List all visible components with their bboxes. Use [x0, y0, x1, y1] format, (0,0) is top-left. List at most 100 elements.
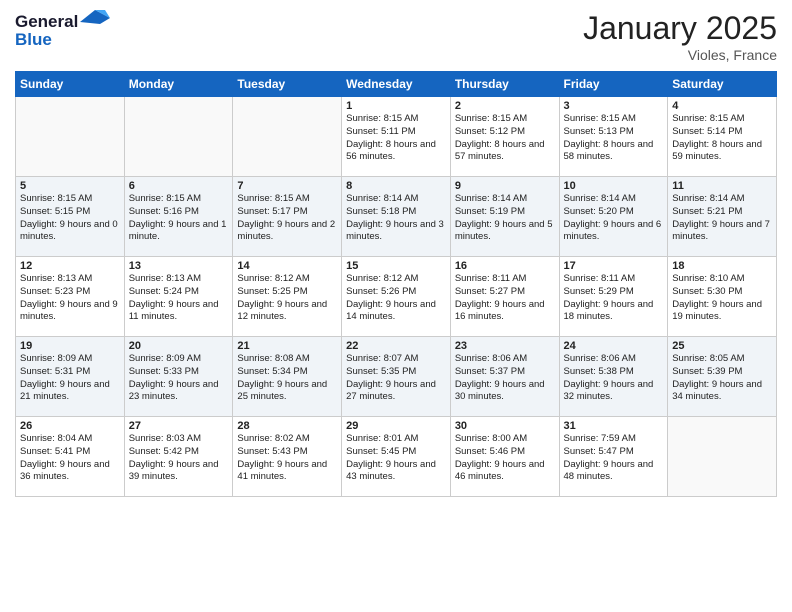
day-number: 5	[20, 180, 120, 192]
calendar-cell: 22Sunrise: 8:07 AMSunset: 5:35 PMDayligh…	[342, 337, 451, 417]
month-title: January 2025	[583, 10, 777, 47]
day-number: 10	[564, 180, 664, 192]
day-info: Sunrise: 8:11 AMSunset: 5:27 PMDaylight:…	[455, 273, 555, 324]
day-number: 13	[129, 260, 229, 272]
calendar-cell	[233, 97, 342, 177]
location-text: Violes, France	[583, 47, 777, 63]
day-info: Sunrise: 8:01 AMSunset: 5:45 PMDaylight:…	[346, 433, 446, 484]
calendar-cell: 31Sunrise: 7:59 AMSunset: 5:47 PMDayligh…	[559, 417, 668, 497]
day-info: Sunrise: 8:14 AMSunset: 5:19 PMDaylight:…	[455, 193, 555, 244]
calendar-cell: 18Sunrise: 8:10 AMSunset: 5:30 PMDayligh…	[668, 257, 777, 337]
title-block: January 2025 Violes, France	[583, 10, 777, 63]
logo-general-text: General	[15, 12, 78, 32]
day-number: 8	[346, 180, 446, 192]
calendar-cell: 15Sunrise: 8:12 AMSunset: 5:26 PMDayligh…	[342, 257, 451, 337]
day-number: 29	[346, 420, 446, 432]
calendar-week-row: 19Sunrise: 8:09 AMSunset: 5:31 PMDayligh…	[16, 337, 777, 417]
calendar-cell: 5Sunrise: 8:15 AMSunset: 5:15 PMDaylight…	[16, 177, 125, 257]
day-number: 31	[564, 420, 664, 432]
weekday-header-row: Sunday Monday Tuesday Wednesday Thursday…	[16, 72, 777, 97]
calendar-cell: 1Sunrise: 8:15 AMSunset: 5:11 PMDaylight…	[342, 97, 451, 177]
calendar-cell: 28Sunrise: 8:02 AMSunset: 5:43 PMDayligh…	[233, 417, 342, 497]
logo-blue-text: Blue	[15, 30, 52, 50]
day-info: Sunrise: 8:09 AMSunset: 5:31 PMDaylight:…	[20, 353, 120, 404]
day-number: 2	[455, 100, 555, 112]
calendar-cell: 14Sunrise: 8:12 AMSunset: 5:25 PMDayligh…	[233, 257, 342, 337]
day-info: Sunrise: 8:08 AMSunset: 5:34 PMDaylight:…	[237, 353, 337, 404]
calendar-cell: 23Sunrise: 8:06 AMSunset: 5:37 PMDayligh…	[450, 337, 559, 417]
calendar-cell: 2Sunrise: 8:15 AMSunset: 5:12 PMDaylight…	[450, 97, 559, 177]
day-info: Sunrise: 8:09 AMSunset: 5:33 PMDaylight:…	[129, 353, 229, 404]
header-thursday: Thursday	[450, 72, 559, 97]
day-number: 21	[237, 340, 337, 352]
calendar-cell	[16, 97, 125, 177]
day-info: Sunrise: 8:03 AMSunset: 5:42 PMDaylight:…	[129, 433, 229, 484]
calendar-cell: 25Sunrise: 8:05 AMSunset: 5:39 PMDayligh…	[668, 337, 777, 417]
calendar-cell: 29Sunrise: 8:01 AMSunset: 5:45 PMDayligh…	[342, 417, 451, 497]
calendar-cell: 17Sunrise: 8:11 AMSunset: 5:29 PMDayligh…	[559, 257, 668, 337]
day-info: Sunrise: 8:05 AMSunset: 5:39 PMDaylight:…	[672, 353, 772, 404]
day-info: Sunrise: 8:14 AMSunset: 5:18 PMDaylight:…	[346, 193, 446, 244]
day-info: Sunrise: 8:00 AMSunset: 5:46 PMDaylight:…	[455, 433, 555, 484]
day-info: Sunrise: 8:14 AMSunset: 5:21 PMDaylight:…	[672, 193, 772, 244]
calendar-cell: 11Sunrise: 8:14 AMSunset: 5:21 PMDayligh…	[668, 177, 777, 257]
day-info: Sunrise: 8:06 AMSunset: 5:37 PMDaylight:…	[455, 353, 555, 404]
day-number: 19	[20, 340, 120, 352]
calendar-cell: 13Sunrise: 8:13 AMSunset: 5:24 PMDayligh…	[124, 257, 233, 337]
day-info: Sunrise: 7:59 AMSunset: 5:47 PMDaylight:…	[564, 433, 664, 484]
day-info: Sunrise: 8:15 AMSunset: 5:15 PMDaylight:…	[20, 193, 120, 244]
header: General Blue January 2025 Violes, France	[15, 10, 777, 63]
calendar-cell: 7Sunrise: 8:15 AMSunset: 5:17 PMDaylight…	[233, 177, 342, 257]
day-number: 12	[20, 260, 120, 272]
calendar-week-row: 1Sunrise: 8:15 AMSunset: 5:11 PMDaylight…	[16, 97, 777, 177]
day-number: 27	[129, 420, 229, 432]
day-number: 25	[672, 340, 772, 352]
day-info: Sunrise: 8:15 AMSunset: 5:11 PMDaylight:…	[346, 113, 446, 164]
calendar-cell	[668, 417, 777, 497]
day-number: 11	[672, 180, 772, 192]
day-number: 14	[237, 260, 337, 272]
day-info: Sunrise: 8:11 AMSunset: 5:29 PMDaylight:…	[564, 273, 664, 324]
day-number: 6	[129, 180, 229, 192]
calendar-cell: 30Sunrise: 8:00 AMSunset: 5:46 PMDayligh…	[450, 417, 559, 497]
day-info: Sunrise: 8:15 AMSunset: 5:16 PMDaylight:…	[129, 193, 229, 244]
day-number: 26	[20, 420, 120, 432]
day-number: 17	[564, 260, 664, 272]
logo-block: General Blue	[15, 10, 110, 50]
calendar-week-row: 12Sunrise: 8:13 AMSunset: 5:23 PMDayligh…	[16, 257, 777, 337]
header-tuesday: Tuesday	[233, 72, 342, 97]
day-number: 18	[672, 260, 772, 272]
day-info: Sunrise: 8:02 AMSunset: 5:43 PMDaylight:…	[237, 433, 337, 484]
calendar-cell: 24Sunrise: 8:06 AMSunset: 5:38 PMDayligh…	[559, 337, 668, 417]
day-info: Sunrise: 8:15 AMSunset: 5:12 PMDaylight:…	[455, 113, 555, 164]
day-number: 7	[237, 180, 337, 192]
calendar-cell: 26Sunrise: 8:04 AMSunset: 5:41 PMDayligh…	[16, 417, 125, 497]
day-number: 30	[455, 420, 555, 432]
page-container: General Blue January 2025 Violes, France…	[0, 0, 792, 507]
day-info: Sunrise: 8:07 AMSunset: 5:35 PMDaylight:…	[346, 353, 446, 404]
calendar-cell: 3Sunrise: 8:15 AMSunset: 5:13 PMDaylight…	[559, 97, 668, 177]
day-number: 1	[346, 100, 446, 112]
day-info: Sunrise: 8:14 AMSunset: 5:20 PMDaylight:…	[564, 193, 664, 244]
calendar-week-row: 26Sunrise: 8:04 AMSunset: 5:41 PMDayligh…	[16, 417, 777, 497]
day-info: Sunrise: 8:04 AMSunset: 5:41 PMDaylight:…	[20, 433, 120, 484]
calendar-cell: 12Sunrise: 8:13 AMSunset: 5:23 PMDayligh…	[16, 257, 125, 337]
calendar-cell: 10Sunrise: 8:14 AMSunset: 5:20 PMDayligh…	[559, 177, 668, 257]
day-number: 3	[564, 100, 664, 112]
calendar-cell	[124, 97, 233, 177]
day-info: Sunrise: 8:12 AMSunset: 5:25 PMDaylight:…	[237, 273, 337, 324]
logo: General Blue	[15, 10, 110, 50]
logo-bird-icon	[80, 10, 110, 34]
day-number: 23	[455, 340, 555, 352]
day-info: Sunrise: 8:13 AMSunset: 5:24 PMDaylight:…	[129, 273, 229, 324]
day-number: 28	[237, 420, 337, 432]
day-info: Sunrise: 8:15 AMSunset: 5:14 PMDaylight:…	[672, 113, 772, 164]
calendar-cell: 21Sunrise: 8:08 AMSunset: 5:34 PMDayligh…	[233, 337, 342, 417]
calendar-cell: 8Sunrise: 8:14 AMSunset: 5:18 PMDaylight…	[342, 177, 451, 257]
calendar-cell: 16Sunrise: 8:11 AMSunset: 5:27 PMDayligh…	[450, 257, 559, 337]
calendar-table: Sunday Monday Tuesday Wednesday Thursday…	[15, 71, 777, 497]
header-sunday: Sunday	[16, 72, 125, 97]
day-info: Sunrise: 8:15 AMSunset: 5:13 PMDaylight:…	[564, 113, 664, 164]
calendar-cell: 27Sunrise: 8:03 AMSunset: 5:42 PMDayligh…	[124, 417, 233, 497]
day-number: 15	[346, 260, 446, 272]
